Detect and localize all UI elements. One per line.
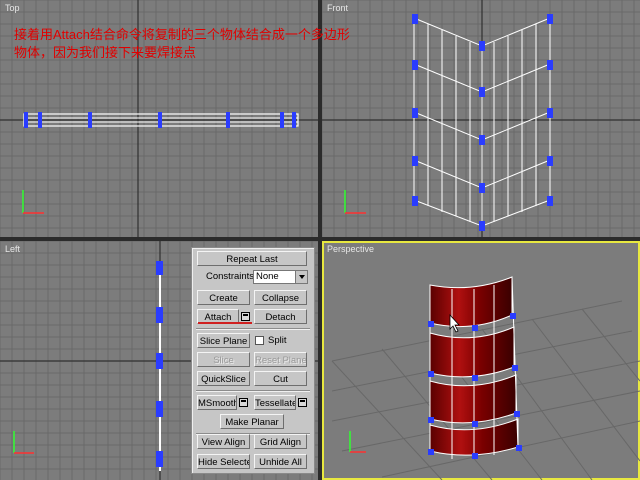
constraints-value: None — [256, 271, 279, 282]
reset-plane-button[interactable]: Reset Plane — [254, 352, 307, 367]
split-label: Split — [268, 335, 287, 346]
perspective-view-canvas — [331, 276, 640, 480]
collapse-button[interactable]: Collapse — [254, 290, 307, 305]
red-object — [428, 276, 522, 459]
divider — [196, 328, 310, 330]
object-wireframe — [156, 261, 163, 471]
attach-highlight-underline — [198, 322, 252, 324]
slice-plane-button[interactable]: Slice Plane — [197, 333, 250, 348]
slice-button[interactable]: Slice — [197, 352, 250, 367]
repeat-last-button[interactable]: Repeat Last — [197, 251, 307, 266]
axis-tripod — [344, 190, 366, 214]
axis-tripod — [22, 190, 44, 214]
edit-geometry-panel: Repeat Last Constraints: None Create Col… — [191, 247, 315, 474]
grid-align-button[interactable]: Grid Align — [254, 434, 307, 449]
divider — [196, 390, 310, 392]
tutorial-caption: 接着用Attach结合命令将复制的三个物体结合成一个多边形 物体，因为我们接下来… — [14, 26, 434, 62]
create-button[interactable]: Create — [197, 290, 250, 305]
split-checkbox[interactable] — [255, 336, 264, 345]
caption-line-2: 物体，因为我们接下来要焊接点 — [14, 45, 197, 60]
viewport-label-front[interactable]: Front — [327, 3, 348, 13]
caption-line-1: 接着用Attach结合命令将复制的三个物体结合成一个多边形 — [14, 27, 350, 42]
msmooth-settings-icon[interactable] — [239, 398, 248, 407]
cut-button[interactable]: Cut — [254, 371, 307, 386]
constraints-dropdown[interactable]: None — [253, 270, 308, 284]
hide-selected-button[interactable]: Hide Selected — [197, 454, 250, 469]
tessellate-button[interactable]: Tessellate — [254, 395, 296, 410]
unhide-all-button[interactable]: Unhide All — [254, 454, 307, 469]
tessellate-settings-icon[interactable] — [298, 398, 307, 407]
view-align-button[interactable]: View Align — [197, 434, 250, 449]
quickslice-button[interactable]: QuickSlice — [197, 371, 250, 386]
make-planar-button[interactable]: Make Planar — [220, 414, 284, 429]
constraints-label: Constraints: — [206, 271, 257, 282]
attach-settings-icon[interactable] — [241, 312, 250, 321]
viewport-label-perspective[interactable]: Perspective — [327, 244, 374, 254]
viewport-label-top[interactable]: Top — [5, 3, 20, 13]
viewport-perspective[interactable]: Perspective — [322, 241, 640, 480]
msmooth-button[interactable]: MSmooth — [197, 395, 237, 410]
viewport-label-left[interactable]: Left — [5, 244, 20, 254]
chevron-down-icon[interactable] — [295, 271, 307, 283]
detach-button[interactable]: Detach — [254, 309, 307, 324]
